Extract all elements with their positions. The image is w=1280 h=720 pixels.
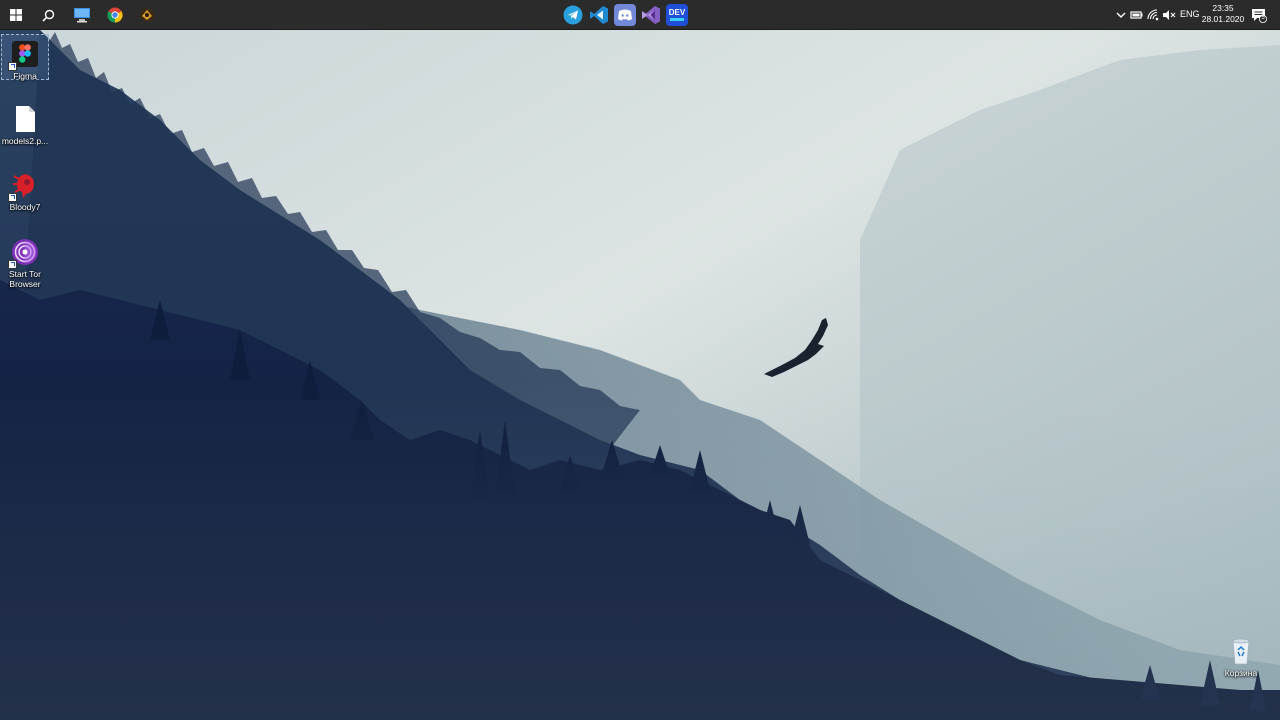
desktop-icon-tor-browser[interactable]: Start Tor Browser [1, 233, 49, 289]
recycle-bin-icon [1226, 636, 1256, 666]
search-button[interactable] [32, 0, 64, 30]
speaker-muted-icon[interactable] [1162, 8, 1176, 22]
desktop-icon-label: Start Tor Browser [9, 269, 41, 289]
shortcut-arrow-icon [8, 260, 17, 269]
battery-icon[interactable] [1130, 8, 1144, 22]
taskbar: DEV ENG 23:35 28.01.2020 5 [0, 0, 1280, 30]
clock[interactable]: 23:35 28.01.2020 [1200, 3, 1246, 25]
bloody-icon [8, 170, 40, 202]
taskbar-telegram[interactable] [562, 4, 584, 26]
desktop-icon-label: Bloody7 [9, 202, 41, 212]
desktop-icon-models2[interactable]: models2.p... [1, 100, 49, 146]
dev-icon-bar [670, 18, 684, 21]
clock-date: 28.01.2020 [1201, 14, 1245, 24]
notification-count: 5 [1261, 14, 1265, 21]
language-indicator[interactable]: ENG [1180, 9, 1200, 19]
windows-icon [10, 9, 22, 21]
wifi-icon[interactable] [1146, 8, 1160, 22]
taskbar-discord[interactable] [614, 4, 636, 26]
desktop-icon-label: Figma [13, 71, 37, 81]
shortcut-arrow-icon [8, 193, 17, 202]
taskbar-game[interactable] [131, 0, 163, 30]
desktop-icon-figma[interactable]: Figma [1, 34, 49, 81]
notification-center-button[interactable]: 5 [1251, 7, 1267, 23]
taskbar-dev[interactable]: DEV [666, 4, 688, 26]
desktop-icon-label: models2.p... [1, 136, 49, 146]
figma-icon [8, 39, 40, 71]
chevron-up-icon[interactable] [1114, 8, 1128, 22]
taskbar-file-explorer[interactable] [66, 0, 98, 30]
telegram-icon [563, 5, 583, 25]
file-icon [10, 104, 40, 134]
chrome-icon [107, 7, 123, 23]
start-button[interactable] [0, 0, 32, 30]
pc-icon [74, 8, 90, 23]
discord-icon [618, 9, 632, 21]
vscode-icon [590, 6, 608, 24]
tor-icon [8, 237, 40, 269]
taskbar-visual-studio[interactable] [640, 4, 662, 26]
dev-icon: DEV [668, 8, 686, 17]
desktop-icon-bloody7[interactable]: Bloody7 [1, 166, 49, 212]
shortcut-arrow-icon [8, 62, 17, 71]
game-icon [140, 8, 154, 22]
search-icon [41, 9, 54, 22]
clock-time: 23:35 [1212, 3, 1234, 13]
visual-studio-icon [642, 6, 660, 24]
taskbar-vscode[interactable] [588, 4, 610, 26]
desktop-icon-label: Корзина [1224, 668, 1258, 678]
desktop-icon-recycle-bin[interactable]: Корзина [1217, 632, 1265, 678]
desktop-wallpaper [0, 0, 1280, 720]
taskbar-chrome[interactable] [99, 0, 131, 30]
